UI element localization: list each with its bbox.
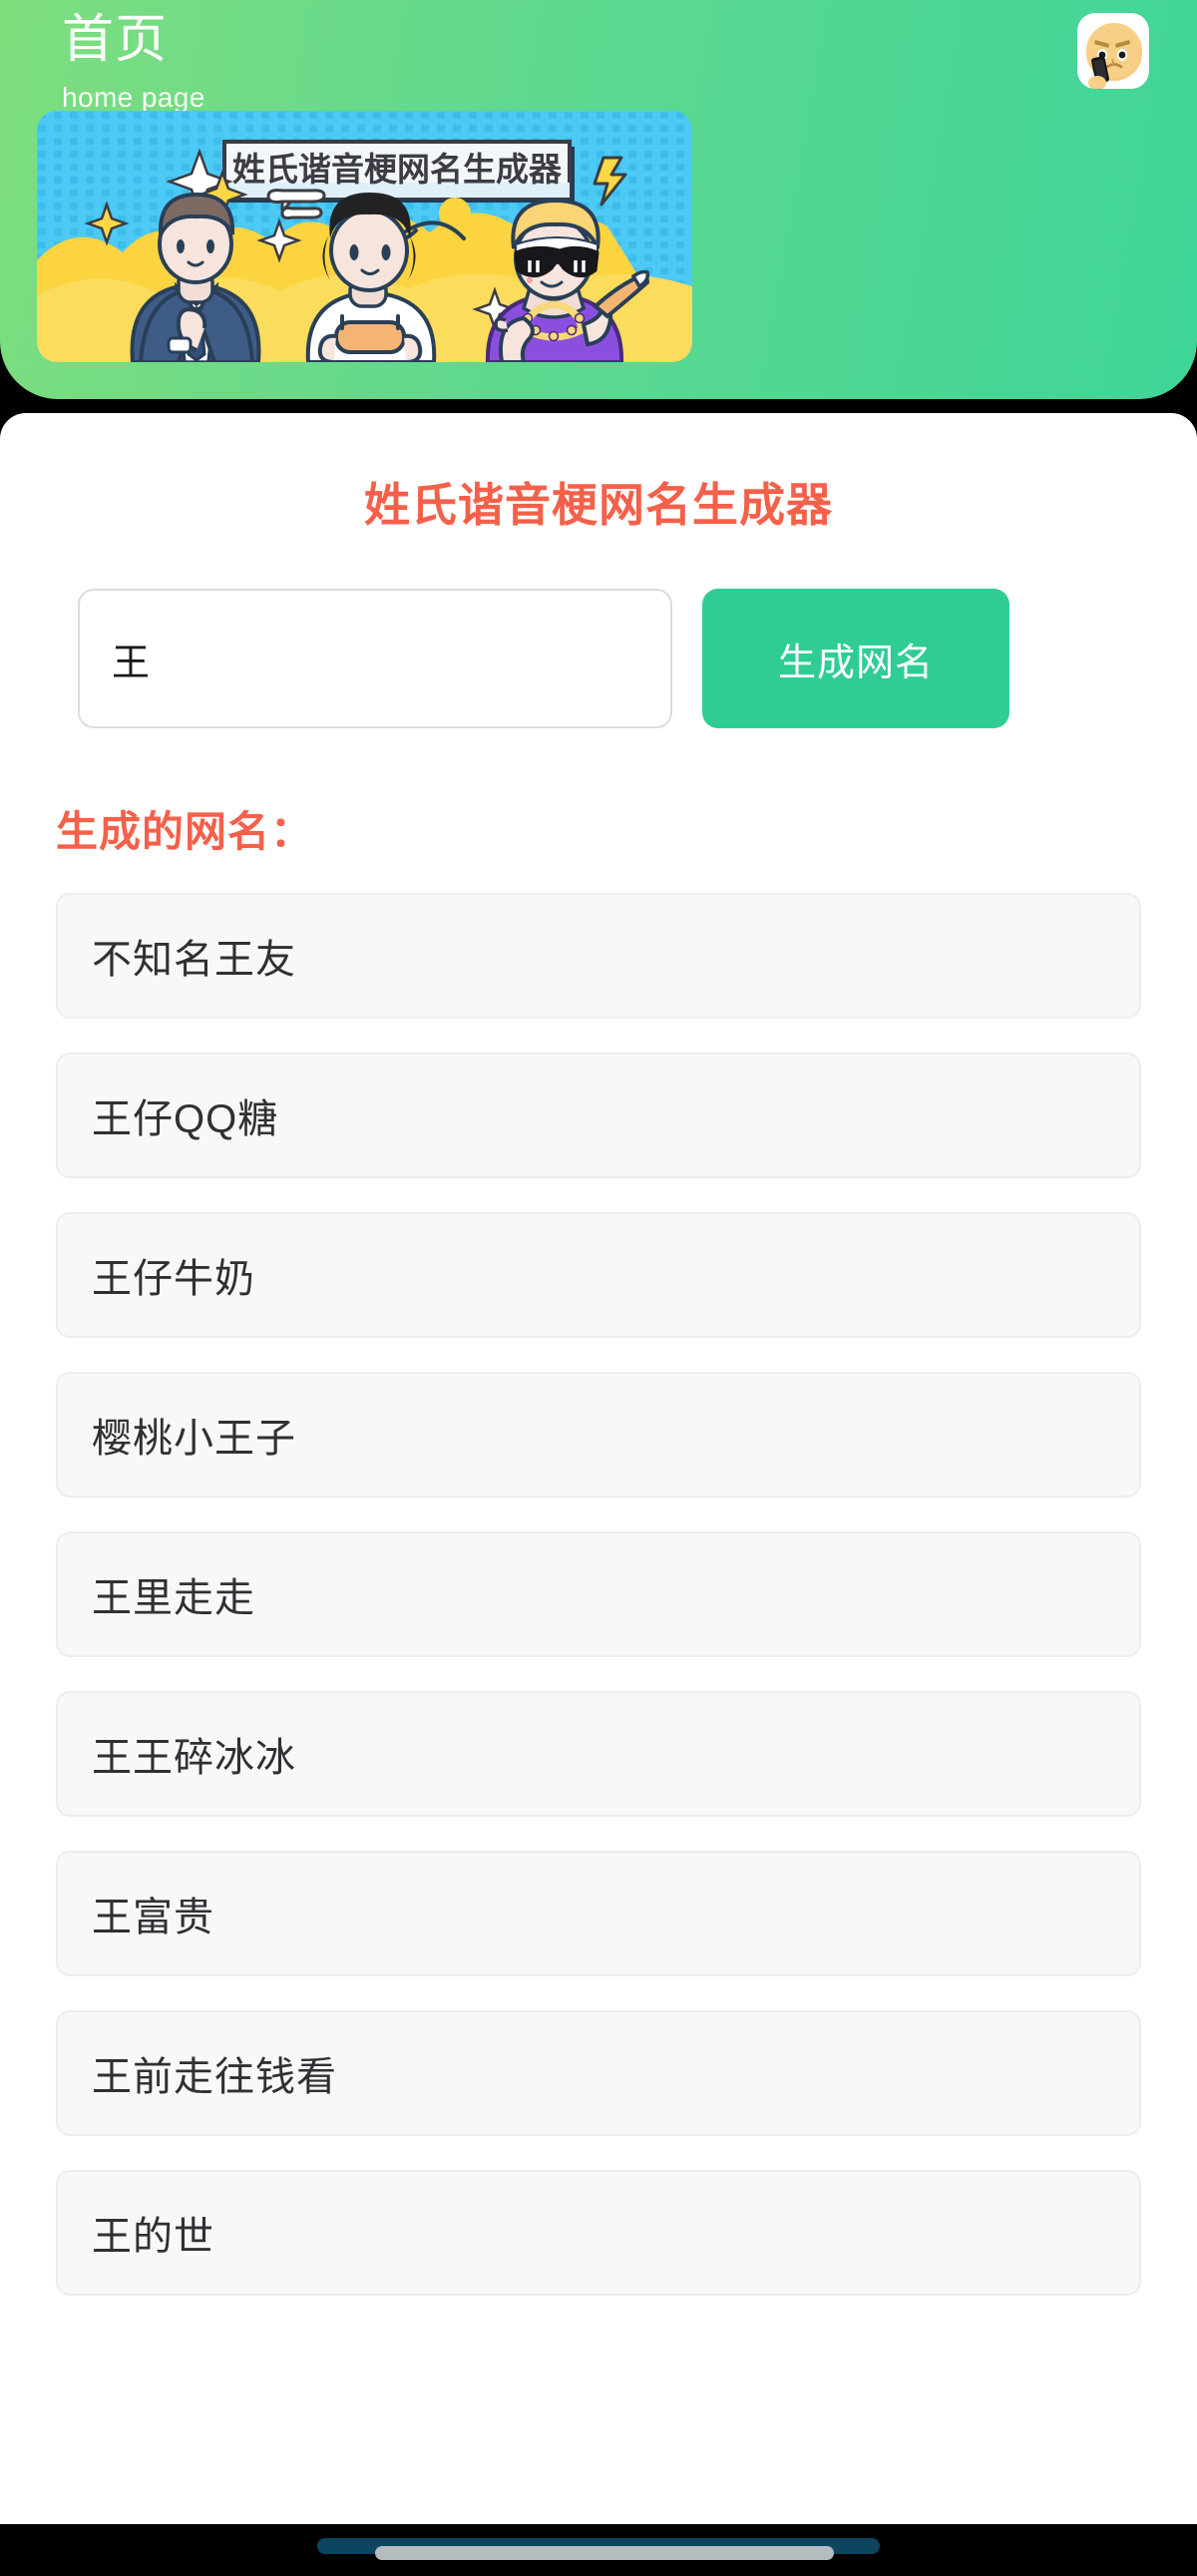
promo-banner[interactable]: 姓氏谐音梗网名生成器 xyxy=(37,111,692,362)
generator-title: 姓氏谐音梗网名生成器 xyxy=(364,479,833,531)
surname-input[interactable] xyxy=(78,589,672,728)
result-item[interactable]: 王里走走 xyxy=(56,1531,1141,1657)
app-header: 首页 home page 姓氏谐音梗网名生成器 xyxy=(0,0,1197,399)
result-item[interactable]: 王前走往钱看 xyxy=(56,2010,1141,2136)
result-item[interactable]: 王富贵 xyxy=(56,1851,1141,1976)
phone-screen: 首页 home page 姓氏谐音梗网名生成器 姓氏谐音梗网名生成器 王 生成网… xyxy=(0,0,1197,2576)
result-item[interactable]: 王的世 xyxy=(56,2170,1141,2296)
home-indicator-area xyxy=(0,2524,1197,2576)
result-item[interactable]: 王王碎冰冰 xyxy=(56,1691,1141,1817)
home-indicator[interactable] xyxy=(375,2546,834,2560)
result-item[interactable]: 樱桃小王子 xyxy=(56,1372,1141,1498)
page-title: 首页 xyxy=(62,11,169,69)
result-item[interactable]: 王仔QQ糖 xyxy=(56,1053,1141,1178)
status-bar xyxy=(0,0,1197,16)
banner-headline-text: 姓氏谐音梗网名生成器 xyxy=(232,151,563,188)
generate-button[interactable]: 生成网名 xyxy=(702,589,1009,728)
avatar[interactable] xyxy=(1077,13,1149,89)
result-item[interactable]: 王仔牛奶 xyxy=(56,1212,1141,1338)
promo-banner-illustration: 姓氏谐音梗网名生成器 xyxy=(37,111,692,362)
result-item[interactable]: 不知名王友 xyxy=(56,893,1141,1019)
angry-face-avatar-icon xyxy=(1086,23,1142,89)
generator-input-row: 生成网名 xyxy=(78,589,1197,728)
results-list: 不知名王友 王仔QQ糖 王仔牛奶 樱桃小王子 王里走走 王王碎冰冰 王富贵 王前… xyxy=(0,893,1197,2296)
results-label: 生成的网名： xyxy=(56,808,314,855)
page-subtitle: home page xyxy=(62,82,205,113)
content-sheet: 姓氏谐音梗网名生成器 生成网名 生成的网名： 不知名王友 王仔QQ糖 王仔牛奶 … xyxy=(0,413,1197,2576)
